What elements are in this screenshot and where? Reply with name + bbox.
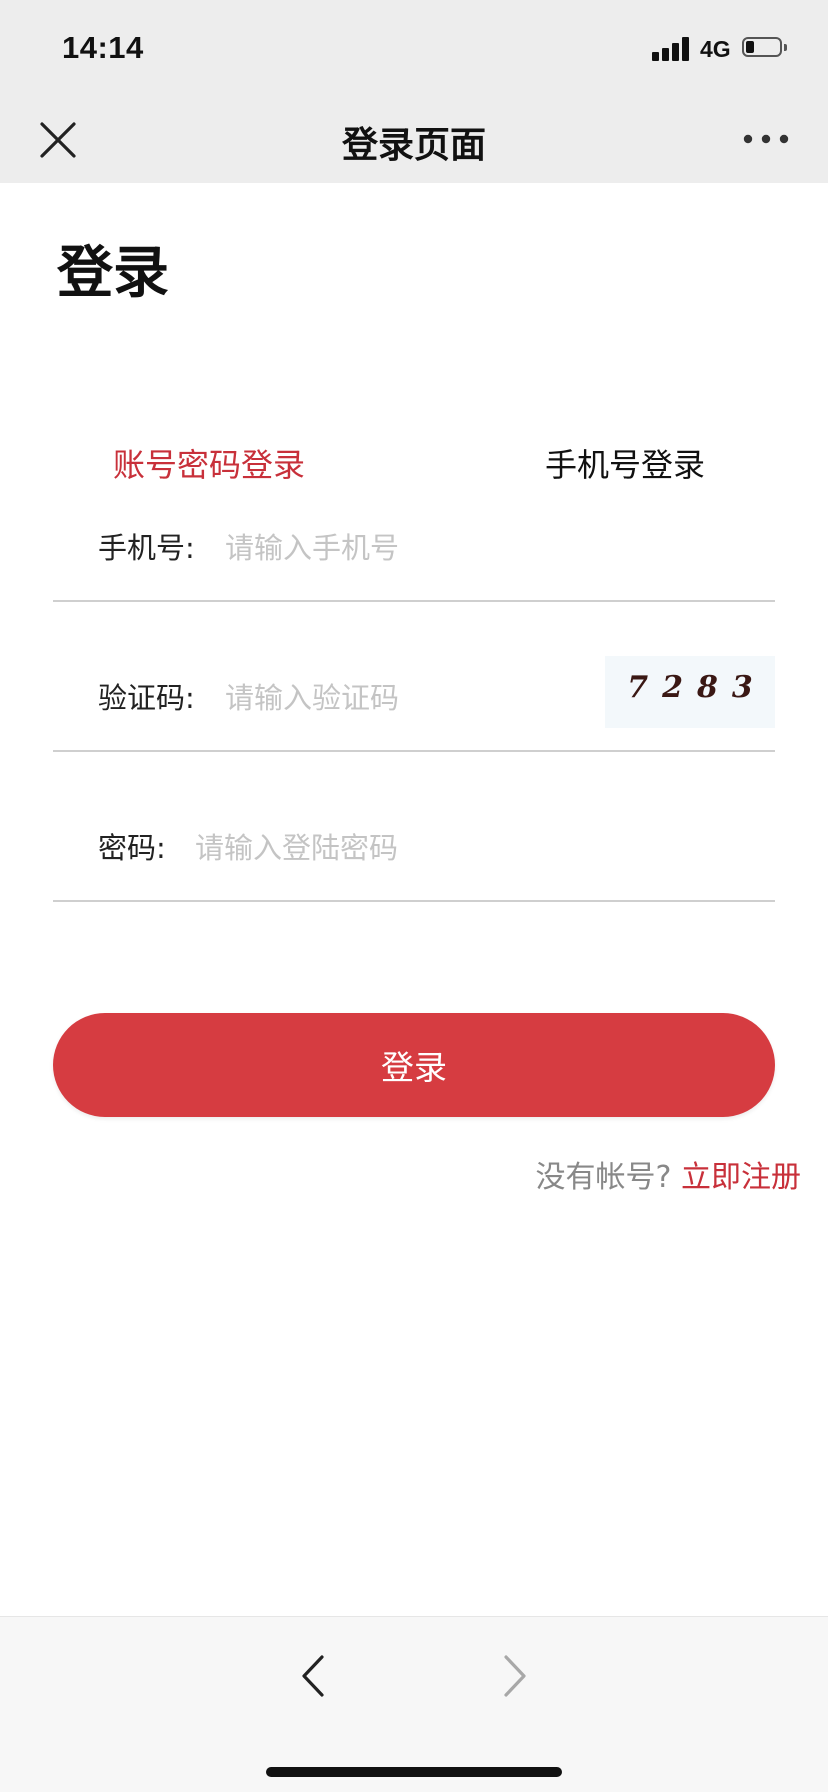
login-tabs: 账号密码登录 手机号登录 <box>0 440 828 500</box>
nav-title: 登录页面 <box>341 125 486 166</box>
status-bar: 14:14 4G <box>0 0 828 98</box>
chevron-right-icon[interactable] <box>496 1651 532 1701</box>
code-input[interactable] <box>225 678 585 718</box>
password-input[interactable] <box>195 828 745 868</box>
signal-strength-icon <box>652 37 692 61</box>
page-title: 登录 <box>57 241 169 306</box>
browser-toolbar <box>0 1616 828 1792</box>
login-screen: 14:14 4G 登录页面 登录 账号密码登录 手机号登录 手机号: 请输入手机… <box>0 0 828 1792</box>
phone-field: 手机号: <box>53 528 775 602</box>
register-row: 没有帐号? 立即注册 <box>536 1152 801 1196</box>
tab-phone-login[interactable]: 手机号登录 <box>545 440 705 486</box>
network-type: 4G <box>700 36 731 62</box>
phone-input[interactable] <box>225 528 745 568</box>
phone-label: 手机号: <box>98 531 195 565</box>
code-label: 验证码: <box>98 681 195 715</box>
nav-bar: 登录页面 <box>0 98 828 183</box>
battery-icon <box>742 37 788 61</box>
password-field: 密码: <box>53 828 775 902</box>
tab-account-password[interactable]: 账号密码登录 <box>113 440 305 486</box>
register-link[interactable]: 立即注册 <box>681 1160 801 1195</box>
password-label: 密码: <box>98 831 166 865</box>
home-indicator <box>266 1767 562 1777</box>
status-time: 14:14 <box>62 30 144 65</box>
login-button[interactable]: 登录 <box>53 1013 775 1117</box>
register-hint: 没有帐号? <box>535 1160 672 1195</box>
captcha-text: 7283 <box>627 670 767 705</box>
captcha-image[interactable]: 7283 <box>605 656 775 728</box>
more-icon[interactable] <box>742 124 790 154</box>
chevron-left-icon[interactable] <box>296 1651 332 1701</box>
top-area: 14:14 4G 登录页面 <box>0 0 828 183</box>
code-field: 验证码: 7283 <box>53 656 775 752</box>
